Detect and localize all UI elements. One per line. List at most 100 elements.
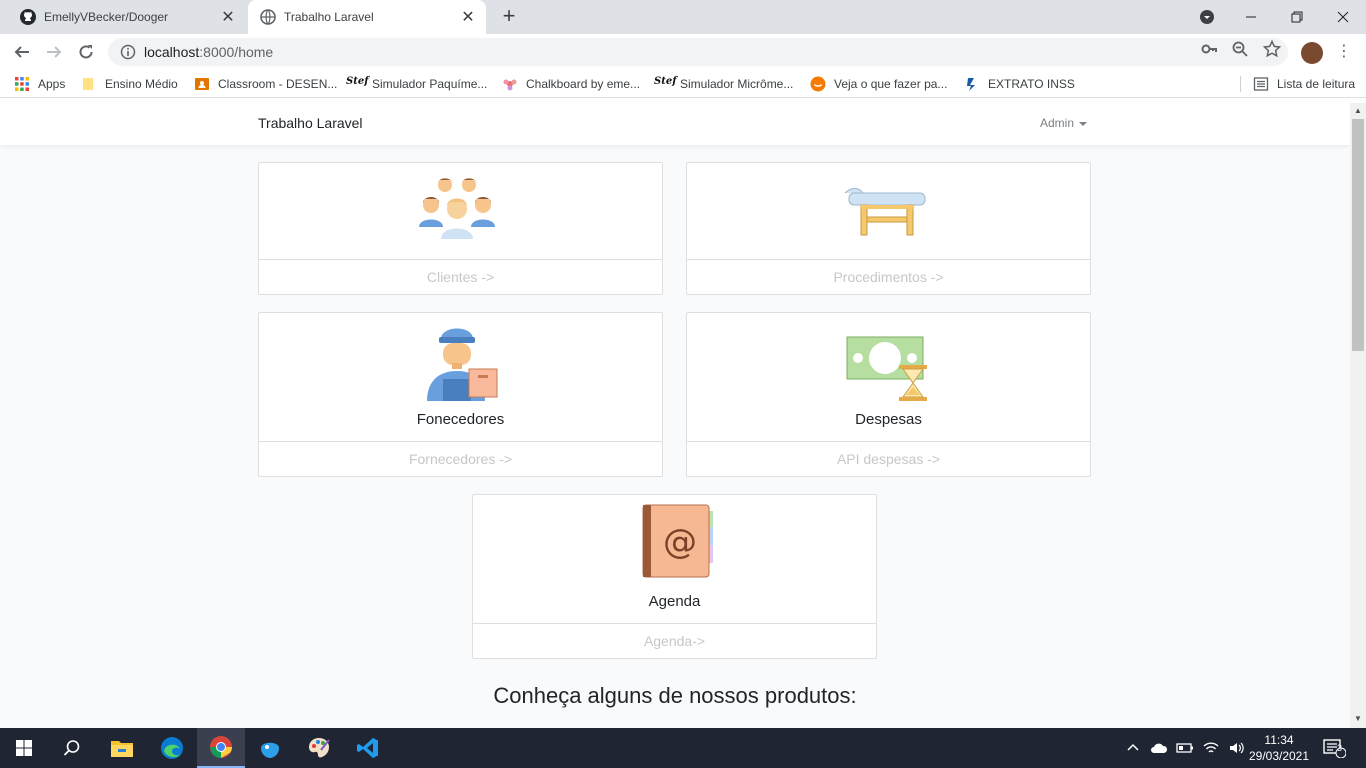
star-icon[interactable] bbox=[1263, 40, 1281, 58]
dataprev-icon bbox=[967, 78, 975, 91]
clock-date: 29/03/2021 bbox=[1248, 749, 1310, 763]
new-tab-button[interactable]: + bbox=[498, 5, 520, 28]
minimize-button[interactable] bbox=[1228, 0, 1274, 34]
tab-trabalho-laravel[interactable]: Trabalho Laravel ✕ bbox=[248, 0, 486, 34]
bookmark-chalkboard[interactable]: Chalkboard by eme... bbox=[502, 76, 640, 92]
classroom-icon bbox=[195, 78, 209, 90]
close-tab-icon[interactable]: ✕ bbox=[456, 7, 480, 27]
url-host: localhost bbox=[144, 44, 200, 60]
edge-button[interactable] bbox=[148, 728, 196, 768]
smile-icon bbox=[810, 76, 826, 92]
bookmark-classroom[interactable]: Classroom - DESEN... bbox=[194, 76, 337, 92]
arrow-left-icon bbox=[14, 46, 29, 58]
zoom-icon[interactable] bbox=[1231, 40, 1249, 58]
card-agenda: @ Agenda Agenda-> bbox=[472, 494, 877, 659]
money-hourglass-icon bbox=[846, 336, 927, 401]
reload-button[interactable] bbox=[74, 40, 98, 64]
card-clientes: Clientes -> bbox=[258, 162, 663, 295]
key-icon[interactable] bbox=[1200, 40, 1218, 58]
arrow-right-icon bbox=[47, 46, 62, 58]
card-despesas-title: Despesas bbox=[855, 411, 922, 428]
paint-app-button[interactable] bbox=[295, 728, 343, 768]
clock[interactable]: 11:34 29/03/2021 bbox=[1244, 732, 1314, 764]
page-viewport: Trabalho Laravel Admin Clientes -> Proce… bbox=[0, 103, 1350, 728]
restore-button[interactable] bbox=[1274, 0, 1320, 34]
bookmark-simulador-paquimetro[interactable]: Stef Simulador Paquíme... bbox=[346, 76, 487, 92]
bookmark-label: Veja o que fazer pa... bbox=[834, 77, 948, 91]
bookmark-label: Chalkboard by eme... bbox=[526, 77, 641, 91]
battery-icon[interactable] bbox=[1176, 741, 1194, 755]
bookmark-apps[interactable]: Apps bbox=[14, 76, 65, 92]
card-fornecedores-link[interactable]: Fornecedores -> bbox=[259, 441, 662, 476]
bookmark-label: Classroom - DESEN... bbox=[218, 77, 338, 91]
caret-down-icon bbox=[1079, 121, 1088, 126]
bookmark-label: Simulador Micrôme... bbox=[680, 77, 794, 91]
search-icon bbox=[63, 740, 80, 756]
card-procedimentos: Procedimentos -> bbox=[686, 162, 1091, 295]
close-icon bbox=[1337, 11, 1349, 23]
delivery-man-icon bbox=[427, 328, 498, 401]
address-book-icon: @ bbox=[642, 504, 713, 578]
file-explorer-button[interactable] bbox=[98, 728, 146, 768]
close-window-button[interactable] bbox=[1320, 0, 1366, 34]
bookmark-label: Apps bbox=[38, 77, 66, 91]
tab-github[interactable]: EmellyVBecker/Dooger ✕ bbox=[8, 0, 246, 34]
scroll-down-icon[interactable]: ▼ bbox=[1354, 715, 1362, 723]
vscode-button[interactable] bbox=[344, 728, 392, 768]
address-bar[interactable]: localhost:8000/home bbox=[108, 38, 1288, 66]
bookmark-veja[interactable]: Veja o que fazer pa... bbox=[810, 76, 947, 92]
card-fornecedores: Fonecedores Fornecedores -> bbox=[258, 312, 663, 477]
chrome-button[interactable] bbox=[197, 728, 245, 768]
bookmark-extrato-inss[interactable]: EXTRATO INSS bbox=[964, 76, 1075, 92]
back-button[interactable] bbox=[10, 40, 34, 64]
bookmarks-bar: Apps Ensino Médio Classroom - DESEN... S… bbox=[0, 70, 1366, 98]
massage-table-icon bbox=[844, 188, 926, 236]
info-icon[interactable] bbox=[120, 44, 136, 60]
card-clientes-link[interactable]: Clientes -> bbox=[259, 259, 662, 294]
chevron-up-icon[interactable] bbox=[1126, 741, 1140, 755]
palette-icon bbox=[309, 738, 330, 758]
tab-title: EmellyVBecker/Dooger bbox=[44, 10, 169, 24]
profile-avatar[interactable] bbox=[1301, 42, 1323, 64]
apps-grid-icon bbox=[15, 77, 29, 91]
edge-icon bbox=[161, 737, 183, 759]
app-button-blue[interactable] bbox=[246, 728, 294, 768]
notification-center-button[interactable]: 3 bbox=[1322, 728, 1346, 768]
url-text[interactable]: localhost:8000/home bbox=[144, 44, 273, 60]
card-agenda-link[interactable]: Agenda-> bbox=[473, 623, 876, 658]
wifi-icon[interactable] bbox=[1202, 741, 1220, 755]
reload-icon bbox=[79, 45, 93, 59]
card-procedimentos-link[interactable]: Procedimentos -> bbox=[687, 259, 1090, 294]
card-despesas-link[interactable]: API despesas -> bbox=[687, 441, 1090, 476]
search-button[interactable] bbox=[48, 728, 96, 768]
windows-taskbar: 11:34 29/03/2021 3 bbox=[0, 728, 1366, 768]
bookmark-label: Simulador Paquíme... bbox=[372, 77, 488, 91]
folder-icon bbox=[111, 741, 133, 757]
reading-list-button[interactable]: Lista de leitura bbox=[1240, 76, 1355, 92]
start-button[interactable] bbox=[0, 728, 48, 768]
menu-dots-icon[interactable]: ⋮ bbox=[1336, 42, 1352, 62]
close-tab-icon[interactable]: ✕ bbox=[216, 7, 240, 27]
onedrive-icon[interactable] bbox=[1150, 741, 1168, 755]
github-icon bbox=[20, 9, 36, 25]
browser-toolbar: localhost:8000/home ⋮ bbox=[0, 34, 1366, 70]
tab-search-button[interactable] bbox=[1184, 0, 1230, 34]
bookmark-simulador-micrometro[interactable]: Stef Simulador Micrôme... bbox=[654, 76, 793, 92]
people-group-icon bbox=[419, 178, 495, 239]
brand-link[interactable]: Trabalho Laravel bbox=[258, 115, 363, 131]
card-agenda-title: Agenda bbox=[648, 593, 701, 610]
bookmark-ensino-medio[interactable]: Ensino Médio bbox=[81, 76, 178, 92]
user-menu-dropdown[interactable]: Admin bbox=[1040, 116, 1088, 130]
chrome-icon bbox=[210, 736, 232, 758]
svg-text:@: @ bbox=[663, 522, 697, 562]
page-scrollbar[interactable]: ▲ ▼ bbox=[1350, 103, 1366, 728]
scrollbar-thumb[interactable] bbox=[1352, 119, 1364, 351]
vscode-icon bbox=[357, 738, 378, 758]
bookmark-label: Ensino Médio bbox=[105, 77, 178, 91]
forward-button[interactable] bbox=[42, 40, 66, 64]
notification-count: 3 bbox=[1337, 743, 1343, 753]
scroll-up-icon[interactable]: ▲ bbox=[1354, 107, 1362, 115]
reading-list-icon bbox=[1253, 77, 1269, 91]
tab-strip: EmellyVBecker/Dooger ✕ Trabalho Laravel … bbox=[0, 0, 1366, 34]
app-navbar: Trabalho Laravel Admin bbox=[0, 103, 1350, 145]
